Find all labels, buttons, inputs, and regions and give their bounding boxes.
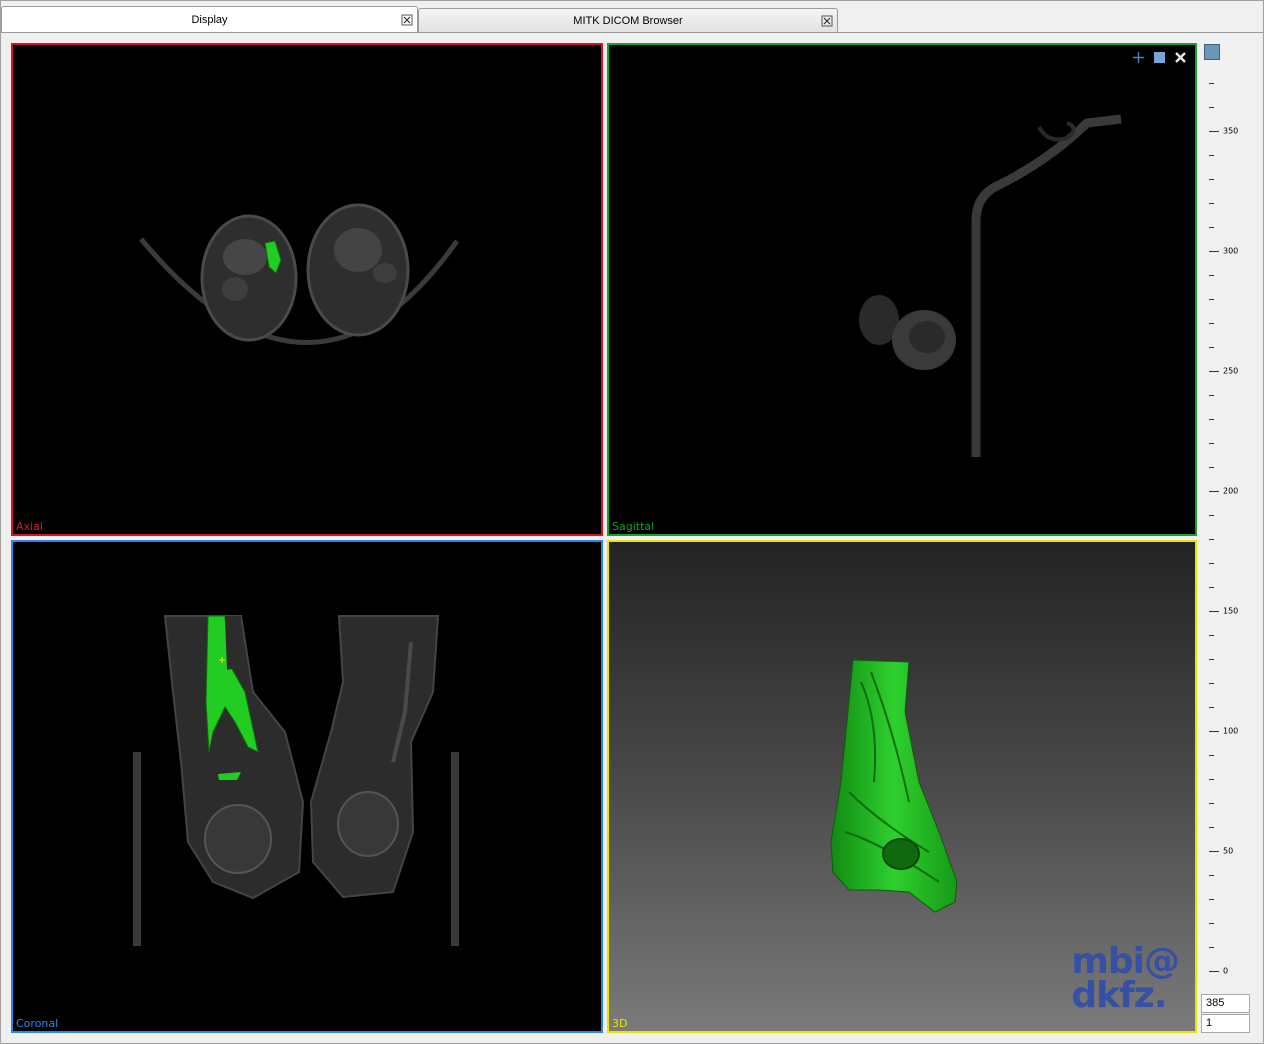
axial-label: Axial [16,520,43,533]
slider-handle[interactable] [1204,44,1220,60]
minor-tick [1209,395,1214,396]
minor-tick [1209,539,1214,540]
minor-tick [1209,755,1214,756]
minor-tick [1209,659,1214,660]
tab-display-label: Display [191,13,228,26]
minor-tick [1209,443,1214,444]
coronal-viewport[interactable]: Coronal [11,540,603,1033]
coronal-ct-slice [133,615,459,946]
display-area: Axial Sagittal Coronal mbi@ dkfz. 3D 350… [1,32,1263,1043]
axial-viewport[interactable]: Axial [11,43,603,536]
sagittal-viewport[interactable]: Sagittal [607,43,1197,536]
minor-tick [1209,683,1214,684]
major-tick [1209,251,1219,252]
editor-tab-bar: Display MITK DICOM Browser [1,6,1263,32]
minor-tick [1209,779,1214,780]
major-tick [1209,491,1219,492]
sagittal-ct-slice [859,114,1122,457]
mbi-dkfz-logo: mbi@ dkfz. [1071,941,1180,1016]
slice-step-field[interactable]: 1 [1201,1014,1250,1033]
tick-label: 150 [1223,606,1239,616]
minor-tick [1209,635,1214,636]
tick-label: 0 [1223,966,1229,976]
minor-tick [1209,467,1214,468]
minor-tick [1209,347,1214,348]
tick-label: 50 [1223,846,1234,856]
tab-display[interactable]: Display [1,6,418,32]
minor-tick [1209,275,1214,276]
slice-slider[interactable]: 350 300 250 200 150 100 50 0 385 1 [1201,41,1261,1036]
tick-label: 250 [1223,366,1239,376]
minor-tick [1209,827,1214,828]
minor-tick [1209,515,1214,516]
minor-tick [1209,107,1214,108]
tools-cross-icon[interactable] [1174,51,1187,64]
minor-tick [1209,947,1214,948]
axial-ct-slice [139,203,460,345]
minor-tick [1209,323,1214,324]
minor-tick [1209,563,1214,564]
tick-label: 200 [1223,486,1239,496]
minor-tick [1209,803,1214,804]
minor-tick [1209,83,1214,84]
coronal-label: Coronal [16,1017,59,1030]
maximize-square-icon[interactable] [1153,51,1166,64]
minor-tick [1209,203,1214,204]
major-tick [1209,371,1219,372]
close-icon[interactable] [821,15,833,27]
3d-label: 3D [612,1017,628,1030]
minor-tick [1209,923,1214,924]
minor-tick [1209,299,1214,300]
mitk-workbench-window: Display MITK DICOM Browser Axial Sagitta… [0,0,1264,1044]
viewport-toolbar [1132,51,1187,64]
major-tick [1209,731,1219,732]
major-tick [1209,611,1219,612]
major-tick [1209,971,1219,972]
minor-tick [1209,419,1214,420]
logo-line-2: dkfz. [1071,975,1167,1016]
tick-label: 300 [1223,246,1239,256]
slice-value-field[interactable]: 385 [1201,994,1250,1013]
major-tick [1209,131,1219,132]
minor-tick [1209,227,1214,228]
logo-line-1: mbi@ [1071,941,1180,982]
sagittal-label: Sagittal [612,520,655,533]
minor-tick [1209,179,1214,180]
minor-tick [1209,155,1214,156]
major-tick [1209,851,1219,852]
plus-icon[interactable] [1132,51,1145,64]
minor-tick [1209,707,1214,708]
tab-dicom-browser-label: MITK DICOM Browser [573,14,683,27]
tick-label: 100 [1223,726,1239,736]
tab-dicom-browser[interactable]: MITK DICOM Browser [418,8,838,32]
3d-viewport[interactable]: mbi@ dkfz. 3D [607,540,1197,1033]
minor-tick [1209,587,1214,588]
minor-tick [1209,875,1214,876]
minor-tick [1209,899,1214,900]
tick-label: 350 [1223,126,1239,136]
close-icon[interactable] [401,14,413,26]
